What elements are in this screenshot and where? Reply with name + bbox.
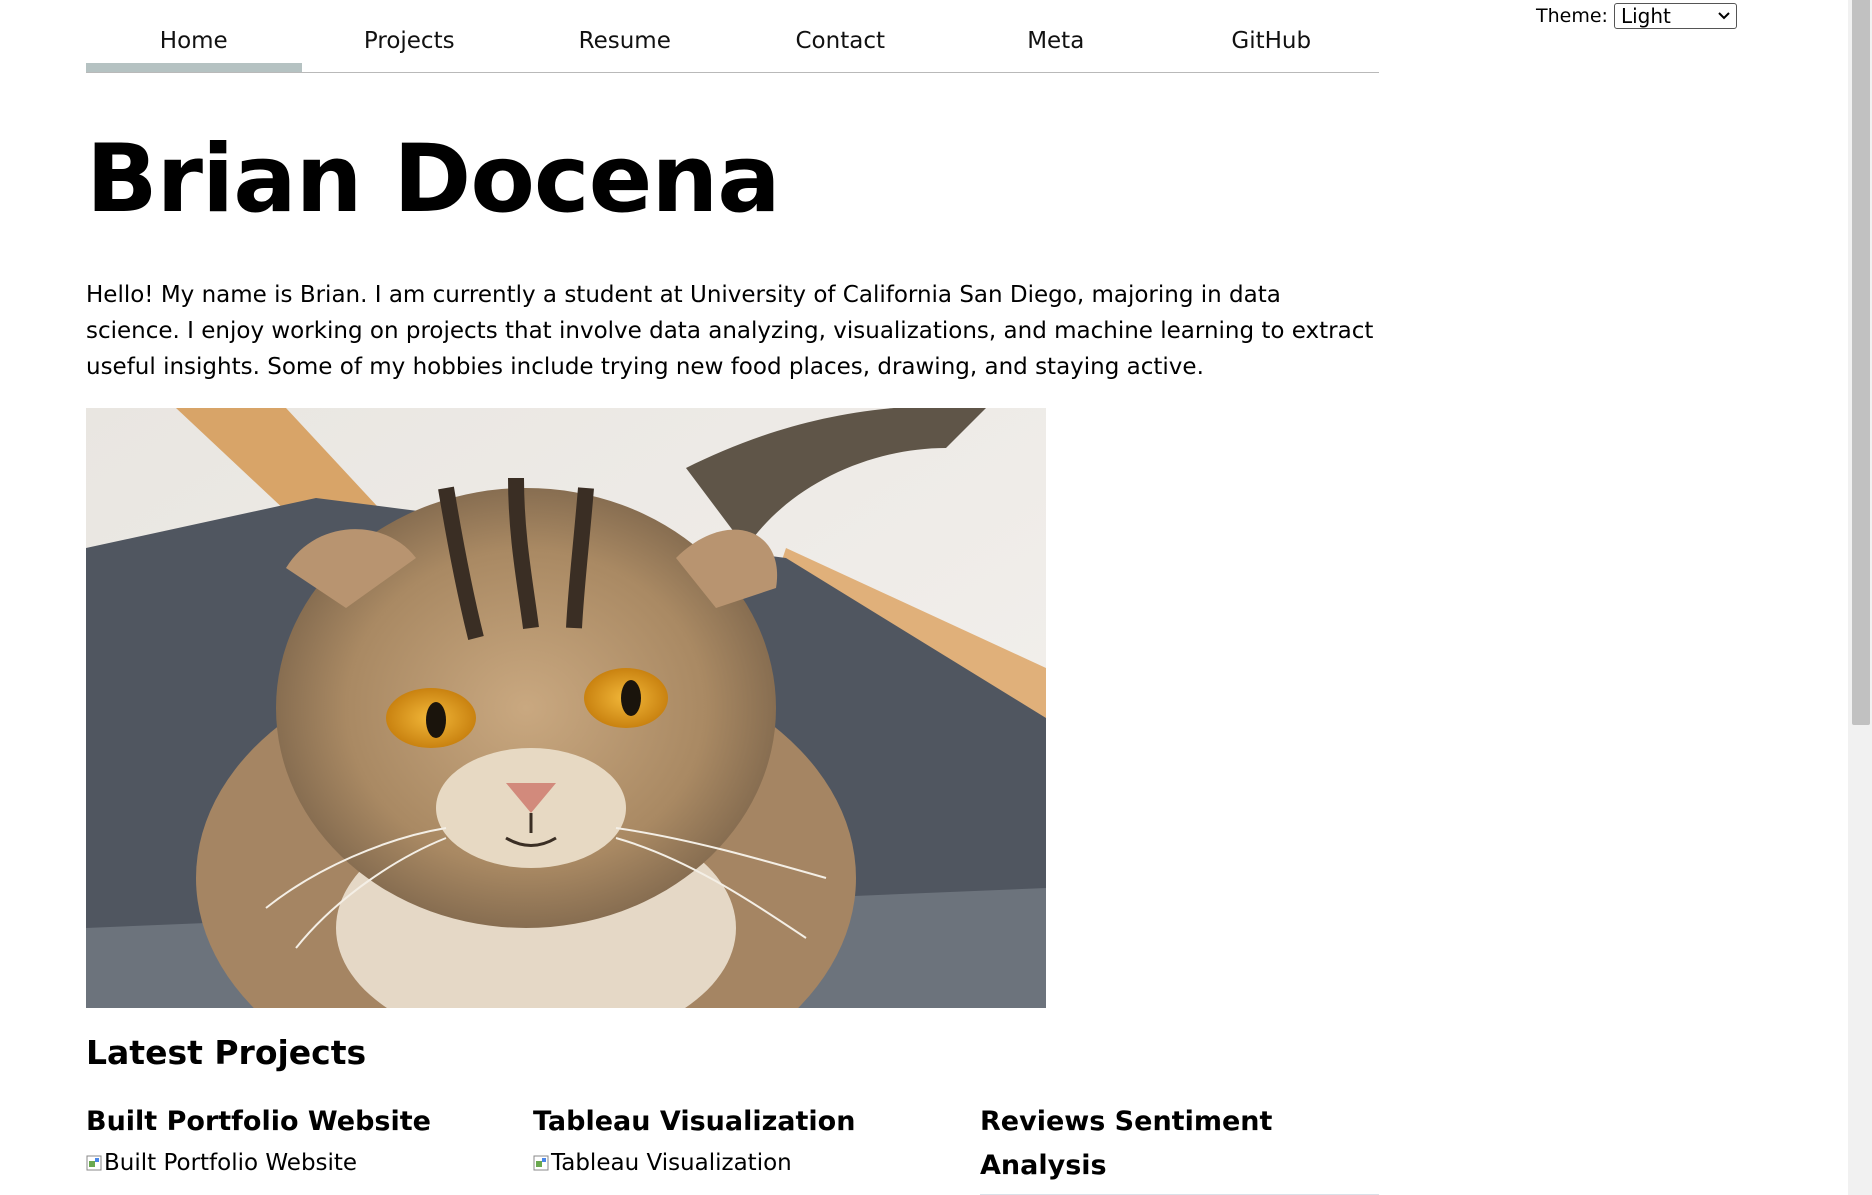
latest-projects-heading: Latest Projects — [86, 1033, 367, 1072]
intro-paragraph: Hello! My name is Brian. I am currently … — [86, 282, 1374, 380]
project-title[interactable]: Built Portfolio Website — [86, 1100, 533, 1144]
main-nav: Home Projects Resume Contact Meta GitHub — [86, 0, 1379, 73]
theme-label: Theme: — [1536, 5, 1608, 27]
projects-list: Built Portfolio Website Built Portfolio … — [86, 1100, 1379, 1195]
project-title[interactable]: Tableau Visualization — [533, 1100, 980, 1144]
scrollbar-thumb[interactable] — [1852, 0, 1870, 725]
theme-selected-value: Light — [1620, 4, 1671, 28]
broken-image-icon — [86, 1153, 104, 1173]
main-content: Home Projects Resume Contact Meta GitHub… — [86, 0, 1379, 1195]
nav-item-home[interactable]: Home — [86, 0, 302, 72]
project-image-alt: Built Portfolio Website — [104, 1150, 358, 1176]
nav-item-meta[interactable]: Meta — [948, 0, 1164, 72]
page-scrollbar[interactable] — [1848, 0, 1872, 1195]
nav-item-github[interactable]: GitHub — [1164, 0, 1380, 72]
project-card: Built Portfolio Website Built Portfolio … — [86, 1100, 533, 1195]
project-image-alt: Tableau Visualization — [551, 1150, 792, 1176]
project-card: Tableau Visualization Tableau Visualizat… — [533, 1100, 980, 1195]
nav-item-contact[interactable]: Contact — [733, 0, 949, 72]
project-image: Built Portfolio Website — [86, 1150, 533, 1176]
project-title[interactable]: Reviews Sentiment Analysis — [980, 1100, 1379, 1188]
nav-item-projects[interactable]: Projects — [302, 0, 518, 72]
chevron-down-icon — [1718, 8, 1730, 24]
theme-select[interactable]: Light — [1613, 3, 1737, 29]
theme-switcher: Theme: Light — [1536, 3, 1737, 29]
project-card: Reviews Sentiment Analysis — [980, 1100, 1379, 1195]
broken-image-icon — [533, 1153, 551, 1173]
project-image: Tableau Visualization — [533, 1150, 980, 1176]
nav-item-resume[interactable]: Resume — [517, 0, 733, 72]
cat-photo-icon — [86, 408, 1046, 1008]
page-title: Brian Docena — [86, 125, 781, 234]
cat-photo — [86, 408, 1046, 1008]
page: Home Projects Resume Contact Meta GitHub… — [0, 0, 1872, 1195]
